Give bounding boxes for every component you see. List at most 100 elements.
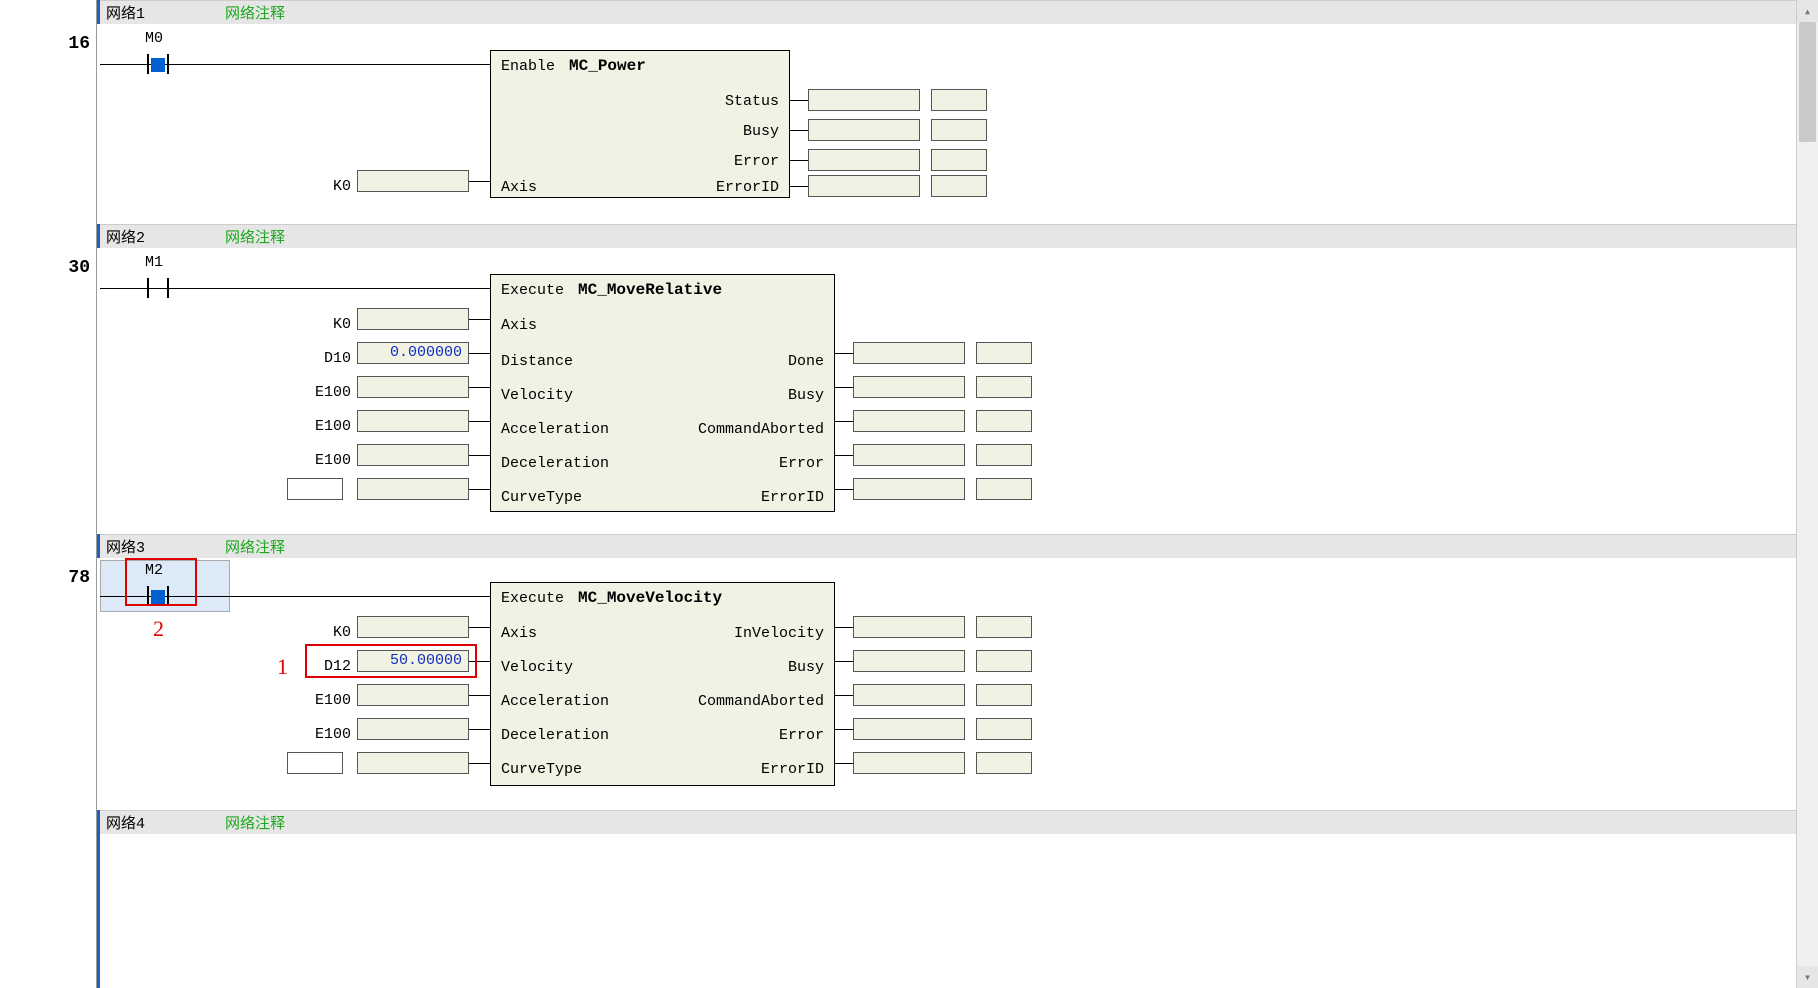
output-small[interactable] — [931, 149, 987, 171]
contact-m1[interactable] — [133, 274, 183, 302]
fb-execute-pin: Execute — [501, 282, 564, 299]
contact-m2[interactable] — [133, 582, 183, 610]
network-comment: 网络注释 — [225, 2, 285, 23]
rung[interactable]: M0 Enable MC_Power Status Busy Error Err… — [97, 24, 1796, 224]
line-number: 30 — [68, 258, 90, 278]
fb-output: CommandAborted — [698, 693, 824, 710]
scroll-down-button[interactable]: ▾ — [1797, 966, 1818, 988]
output-field[interactable] — [853, 376, 965, 398]
output-field[interactable] — [853, 410, 965, 432]
rung[interactable]: M2 2 Execute MC_MoveVelocity Axis Veloci… — [97, 558, 1796, 810]
param-label: E100 — [305, 726, 351, 743]
output-small[interactable] — [976, 478, 1032, 500]
param-field[interactable] — [357, 752, 469, 774]
fb-output: InVelocity — [734, 625, 824, 642]
fb-output: Busy — [788, 387, 824, 404]
param-field[interactable] — [357, 410, 469, 432]
fb-input: Acceleration — [501, 693, 609, 710]
output-small[interactable] — [976, 376, 1032, 398]
fb-output-busy: Busy — [743, 123, 779, 140]
output-field[interactable] — [853, 718, 965, 740]
param-field-d12[interactable]: 50.00000 — [357, 650, 469, 672]
contact-active-icon — [151, 590, 165, 604]
network-label: 网络1 — [106, 2, 145, 23]
network-header[interactable]: 网络2 网络注释 — [100, 224, 1796, 248]
output-field[interactable] — [853, 650, 965, 672]
fb-input: Velocity — [501, 659, 573, 676]
param-field[interactable] — [357, 684, 469, 706]
output-field[interactable] — [808, 149, 920, 171]
param-label: K0 — [315, 316, 351, 333]
fb-enable-pin: Enable — [501, 58, 555, 75]
fb-input-axis: Axis — [501, 179, 537, 196]
fb-mc-movevelocity[interactable]: Execute MC_MoveVelocity Axis Velocity Ac… — [490, 582, 835, 786]
contact-label: M1 — [145, 254, 163, 271]
output-small[interactable] — [976, 444, 1032, 466]
output-small[interactable] — [931, 175, 987, 197]
param-label: D10 — [311, 350, 351, 367]
fb-input: Acceleration — [501, 421, 609, 438]
fb-output-errorid: ErrorID — [716, 179, 779, 196]
contact-m0[interactable] — [133, 50, 183, 78]
param-label: D12 — [311, 658, 351, 675]
network-comment: 网络注释 — [225, 226, 285, 247]
output-field[interactable] — [808, 89, 920, 111]
scroll-thumb[interactable] — [1799, 22, 1816, 142]
fb-output: Done — [788, 353, 824, 370]
network-header[interactable]: 网络1 网络注释 — [100, 0, 1796, 24]
plc-ladder-editor: 16 30 78 网络1 网络注释 M0 Enable MC_Po — [0, 0, 1818, 988]
param-field[interactable] — [357, 616, 469, 638]
vertical-scrollbar[interactable]: ▴ ▾ — [1796, 0, 1818, 988]
param-small[interactable] — [287, 752, 343, 774]
line-number: 78 — [68, 568, 90, 588]
fb-mc-moverelative[interactable]: Execute MC_MoveRelative Axis Distance Ve… — [490, 274, 835, 512]
output-field[interactable] — [853, 752, 965, 774]
network-header[interactable]: 网络4 网络注释 — [100, 810, 1796, 834]
param-label: K0 — [321, 178, 351, 195]
output-field[interactable] — [853, 342, 965, 364]
fb-input: Deceleration — [501, 455, 609, 472]
network-header[interactable]: 网络3 网络注释 — [100, 534, 1796, 558]
output-field[interactable] — [808, 119, 920, 141]
param-label: E100 — [305, 452, 351, 469]
fb-input: Axis — [501, 625, 537, 642]
param-field[interactable] — [357, 444, 469, 466]
editor-canvas[interactable]: 网络1 网络注释 M0 Enable MC_Power Status Busy … — [96, 0, 1796, 988]
network-label: 网络2 — [106, 226, 145, 247]
scroll-up-button[interactable]: ▴ — [1797, 0, 1818, 22]
fb-input: Deceleration — [501, 727, 609, 744]
param-field[interactable] — [357, 718, 469, 740]
contact-active-icon — [151, 58, 165, 72]
output-small[interactable] — [976, 650, 1032, 672]
param-field[interactable] — [357, 376, 469, 398]
network-label: 网络3 — [106, 536, 145, 557]
output-small[interactable] — [976, 718, 1032, 740]
param-label: E100 — [305, 418, 351, 435]
fb-mc-power[interactable]: Enable MC_Power Status Busy Error ErrorI… — [490, 50, 790, 198]
output-field[interactable] — [853, 444, 965, 466]
output-small[interactable] — [976, 410, 1032, 432]
output-field[interactable] — [808, 175, 920, 197]
fb-output: CommandAborted — [698, 421, 824, 438]
output-small[interactable] — [976, 342, 1032, 364]
output-small[interactable] — [976, 616, 1032, 638]
output-small[interactable] — [931, 89, 987, 111]
param-field[interactable] — [357, 308, 469, 330]
param-field[interactable] — [357, 478, 469, 500]
annotation-label: 1 — [277, 654, 288, 680]
fb-output: ErrorID — [761, 489, 824, 506]
output-small[interactable] — [976, 752, 1032, 774]
param-field[interactable] — [357, 170, 469, 192]
output-field[interactable] — [853, 616, 965, 638]
output-field[interactable] — [853, 684, 965, 706]
output-field[interactable] — [853, 478, 965, 500]
fb-name: MC_Power — [569, 57, 646, 75]
output-small[interactable] — [976, 684, 1032, 706]
fb-execute-pin: Execute — [501, 590, 564, 607]
param-label: E100 — [305, 384, 351, 401]
param-field[interactable]: 0.000000 — [357, 342, 469, 364]
fb-output: Error — [779, 727, 824, 744]
rung[interactable]: M1 Execute MC_MoveRelative Axis Distance… — [97, 248, 1796, 534]
param-small[interactable] — [287, 478, 343, 500]
output-small[interactable] — [931, 119, 987, 141]
